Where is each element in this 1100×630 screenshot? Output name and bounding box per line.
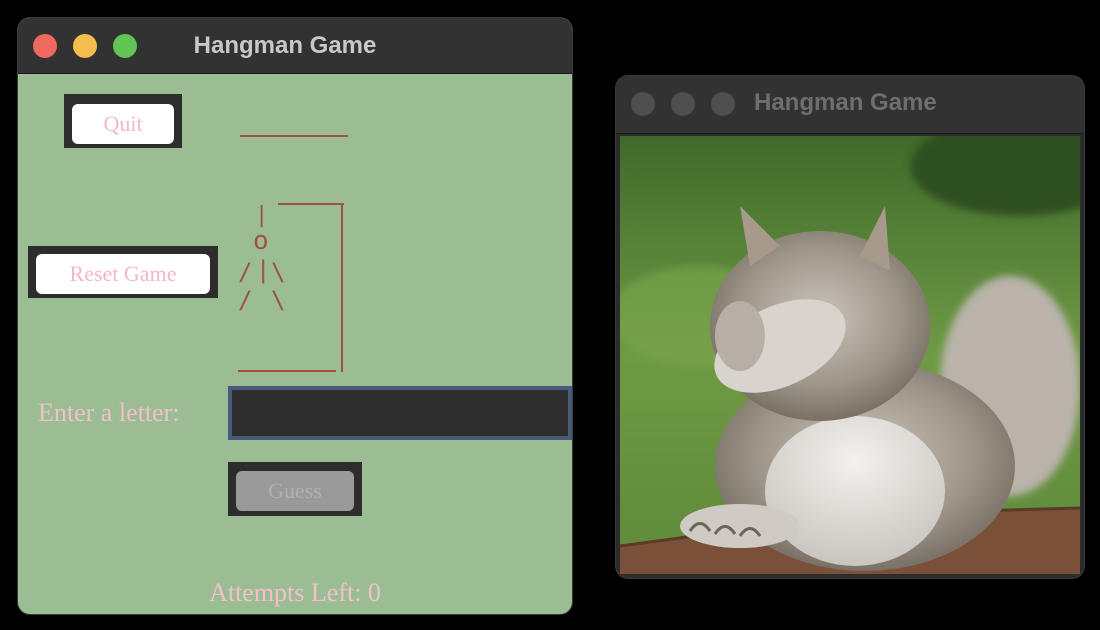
- left-leg: /: [238, 286, 253, 314]
- body: |: [256, 256, 271, 284]
- gallows-beam: [278, 203, 344, 205]
- head: o: [253, 226, 269, 256]
- quit-button-frame: Quit: [64, 94, 182, 148]
- top-line: [240, 135, 348, 137]
- guess-button[interactable]: Guess: [236, 471, 354, 511]
- letter-input[interactable]: [232, 390, 568, 436]
- gallows-post: [341, 203, 343, 372]
- attempts-left-label: Attempts Left: 0: [209, 578, 381, 607]
- guess-button-frame: Guess: [228, 462, 362, 516]
- window-title: Hangman Game: [754, 89, 937, 116]
- rope: |: [255, 203, 269, 228]
- left-arm: /: [238, 258, 253, 286]
- reset-game-button[interactable]: Reset Game: [36, 254, 210, 294]
- squirrel-facepalm-image: [620, 136, 1080, 574]
- gallows-base: [238, 370, 336, 372]
- title-bar: Hangman Game: [616, 76, 1084, 134]
- right-leg: \: [271, 286, 286, 314]
- letter-input-frame: [228, 386, 572, 440]
- quit-button[interactable]: Quit: [72, 104, 174, 144]
- enter-letter-label: Enter a letter:: [38, 398, 180, 427]
- right-arm: \: [271, 258, 286, 286]
- window-title: Hangman Game: [193, 32, 377, 59]
- reset-button-frame: Reset Game: [28, 246, 218, 298]
- hangman-main-window: Hangman Game Quit Reset Game | o / | \ /…: [18, 18, 572, 614]
- hangman-image-window: Hangman Game: [616, 76, 1084, 578]
- title-bar: Hangman Game: [18, 18, 572, 74]
